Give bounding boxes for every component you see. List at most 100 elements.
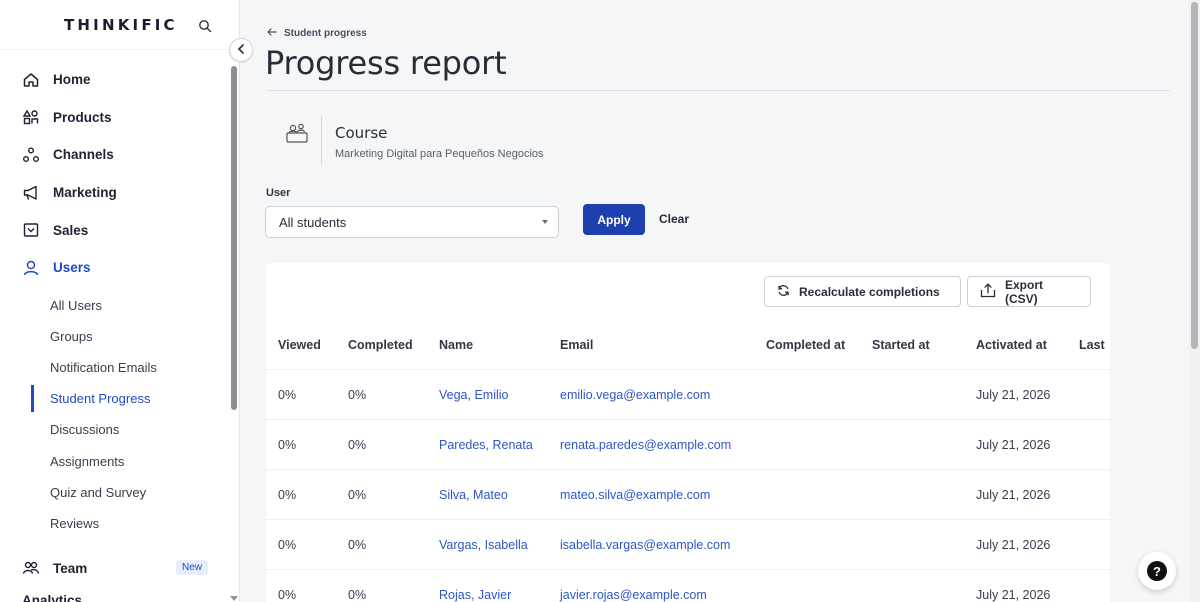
sidebar-item-marketing[interactable]: Marketing (0, 174, 230, 212)
course-name: Marketing Digital para Pequeños Negocios (335, 148, 544, 160)
home-icon (22, 71, 40, 89)
cell-viewed: 0% (278, 588, 297, 602)
refresh-icon (777, 284, 790, 300)
cell-activated-at: July 21, 2026 (976, 588, 1051, 602)
column-header-name[interactable]: Name (439, 320, 473, 370)
column-header-started-at[interactable]: Started at (872, 320, 930, 370)
table-row: 0% 0% Vargas, Isabella isabella.vargas@e… (266, 520, 1110, 570)
sidebar-item-products[interactable]: Products (0, 99, 230, 137)
export-csv-button[interactable]: Export (CSV) (967, 276, 1091, 307)
chevron-left-icon (237, 41, 245, 59)
recalculate-completions-button[interactable]: Recalculate completions (764, 276, 961, 307)
student-name-link[interactable]: Vargas, Isabella (439, 520, 528, 570)
cell-activated-at: July 21, 2026 (976, 438, 1051, 452)
course-info: Course Marketing Digital para Pequeños N… (285, 116, 544, 165)
student-name-link[interactable]: Silva, Mateo (439, 470, 508, 520)
table-header-row: Viewed Completed Name Email Completed at… (266, 320, 1110, 370)
student-email-link[interactable]: javier.rojas@example.com (560, 570, 707, 602)
course-heading: Course (335, 124, 388, 142)
new-badge: New (176, 560, 209, 575)
products-icon (22, 108, 40, 126)
sidebar-subitem-groups[interactable]: Groups (0, 321, 230, 352)
page-title: Progress report (265, 44, 507, 82)
sidebar-item-label: Team (53, 560, 88, 576)
column-header-viewed[interactable]: Viewed (278, 320, 321, 370)
user-select-value: All students (279, 214, 347, 230)
table-row: 0% 0% Paredes, Renata renata.paredes@exa… (266, 420, 1110, 470)
cell-viewed: 0% (278, 438, 297, 452)
sidebar-subitem-all-users[interactable]: All Users (0, 290, 230, 321)
cell-completed: 0% (348, 538, 367, 552)
megaphone-icon (22, 184, 40, 202)
collapse-sidebar-button[interactable] (229, 38, 253, 62)
column-header-email[interactable]: Email (560, 320, 593, 370)
sidebar-item-label: Users (53, 260, 91, 276)
team-icon (22, 559, 40, 577)
arrow-left-icon (267, 28, 277, 39)
help-button[interactable]: ? (1138, 552, 1176, 590)
sidebar-item-home[interactable]: Home (0, 61, 230, 99)
sidebar-item-team[interactable]: Team New (0, 556, 230, 580)
page-scrollbar-thumb[interactable] (1191, 2, 1198, 349)
column-header-completed-at[interactable]: Completed at (766, 320, 845, 370)
student-email-link[interactable]: emilio.vega@example.com (560, 370, 710, 420)
course-icon (285, 122, 309, 146)
apply-button[interactable]: Apply (583, 204, 645, 235)
cell-activated-at: July 21, 2026 (976, 488, 1051, 502)
cell-completed: 0% (348, 588, 367, 602)
upload-icon (980, 282, 996, 301)
column-header-completed[interactable]: Completed (348, 320, 413, 370)
sidebar-subitem-quiz-and-survey[interactable]: Quiz and Survey (0, 477, 230, 508)
user-filter-label: User (266, 187, 291, 199)
sidebar-item-label: Sales (53, 222, 89, 238)
cell-completed: 0% (348, 488, 367, 502)
sidebar-subitem-assignments[interactable]: Assignments (0, 446, 230, 477)
sidebar-item-label: Marketing (53, 185, 117, 201)
cell-viewed: 0% (278, 388, 297, 402)
cell-activated-at: July 21, 2026 (976, 388, 1051, 402)
caret-down-icon (542, 220, 548, 224)
column-header-last[interactable]: Last (1079, 320, 1105, 370)
sidebar-subitem-discussions[interactable]: Discussions (0, 414, 230, 445)
breadcrumb[interactable]: Student progress (267, 28, 367, 39)
column-header-activated-at[interactable]: Activated at (976, 320, 1047, 370)
user-icon (22, 259, 40, 277)
sidebar-subitem-reviews[interactable]: Reviews (0, 508, 230, 539)
sidebar-subitem-student-progress[interactable]: Student Progress (0, 383, 230, 414)
recalculate-label: Recalculate completions (799, 284, 940, 299)
table-row: 0% 0% Rojas, Javier javier.rojas@example… (266, 570, 1110, 602)
progress-table: Viewed Completed Name Email Completed at… (266, 320, 1110, 602)
cell-completed: 0% (348, 438, 367, 452)
sidebar-item-label: Home (53, 72, 91, 88)
cell-completed: 0% (348, 388, 367, 402)
cell-viewed: 0% (278, 538, 297, 552)
main-content: Student progress Progress report Course … (241, 0, 1188, 602)
cell-viewed: 0% (278, 488, 297, 502)
student-email-link[interactable]: mateo.silva@example.com (560, 470, 710, 520)
student-name-link[interactable]: Rojas, Javier (439, 570, 511, 602)
sidebar-item-analytics[interactable]: Analytics (22, 593, 82, 602)
student-email-link[interactable]: isabella.vargas@example.com (560, 520, 730, 570)
help-icon: ? (1147, 561, 1167, 581)
breadcrumb-label: Student progress (284, 28, 367, 39)
sidebar-item-users[interactable]: Users (0, 249, 230, 287)
channels-icon (22, 146, 40, 164)
clear-button[interactable]: Clear (659, 212, 689, 226)
student-name-link[interactable]: Vega, Emilio (439, 370, 508, 420)
export-label: Export (CSV) (1005, 277, 1044, 306)
cell-activated-at: July 21, 2026 (976, 538, 1051, 552)
sidebar-subitem-notification-emails[interactable]: Notification Emails (0, 352, 230, 383)
user-select[interactable]: All students (265, 206, 559, 238)
course-divider (321, 116, 322, 165)
sales-icon (22, 221, 40, 239)
student-name-link[interactable]: Paredes, Renata (439, 420, 533, 470)
search-icon[interactable] (198, 19, 212, 33)
thinkific-logo[interactable]: THINKIFIC (64, 16, 178, 34)
scroll-down-arrow-icon[interactable] (229, 590, 239, 601)
student-email-link[interactable]: renata.paredes@example.com (560, 420, 731, 470)
progress-table-card: Recalculate completions Export (CSV) Vie… (266, 263, 1110, 602)
sidebar-item-label: Products (53, 109, 112, 125)
sidebar-item-sales[interactable]: Sales (0, 211, 230, 249)
sidebar-scrollbar[interactable] (231, 66, 237, 410)
sidebar-item-channels[interactable]: Channels (0, 136, 230, 174)
